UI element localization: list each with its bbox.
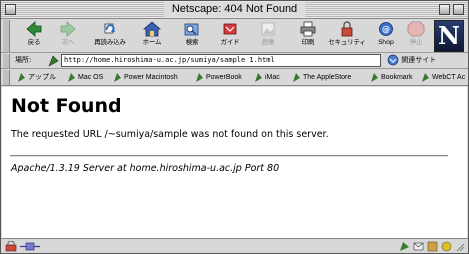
error-message: The requested URL /~sumiya/sample was no… xyxy=(11,129,329,140)
bookmark-icon xyxy=(422,72,429,82)
personal-item-imac[interactable]: iMac xyxy=(254,71,280,84)
personal-item-label: Power Macintosh xyxy=(124,74,178,81)
related-sites-icon xyxy=(387,54,399,66)
personal-item-label: WebCT Ac xyxy=(432,74,466,81)
bookmark-icon xyxy=(293,72,300,82)
personal-item-power-macintosh[interactable]: Power Macintosh xyxy=(113,71,178,84)
reload-button[interactable]: 再読み込み xyxy=(91,21,129,52)
search-button[interactable]: 検索 xyxy=(173,21,211,52)
page-content: Not Found The requested URL /~sumiya/sam… xyxy=(2,87,467,238)
security-lock-icon xyxy=(341,21,353,37)
related-sites-label: 関連サイト xyxy=(401,56,437,64)
aim-component-icon[interactable] xyxy=(441,241,452,252)
reload-label: 再読み込み xyxy=(94,38,126,46)
back-arrow-icon xyxy=(26,21,42,37)
navigation-toolbar: 戻る 次へ 再読み込み ホーム 検索 ガイド 画像 印刷 セキュリティ @ Sh… xyxy=(1,19,468,53)
personal-item-powerbook[interactable]: PowerBook xyxy=(195,71,242,84)
print-icon xyxy=(300,21,316,37)
shop-label: Shop xyxy=(378,38,394,46)
window-title: Netscape: 404 Not Found xyxy=(163,2,306,17)
guide-label: ガイド xyxy=(220,38,240,46)
svg-text:@: @ xyxy=(382,25,390,34)
personal-item-label: アップル xyxy=(28,74,56,81)
location-label: 場所: xyxy=(15,56,32,64)
personal-item-label: PowerBook xyxy=(206,74,242,81)
location-toolbar: 場所: http://home.hiroshima-u.ac.jp/sumiya… xyxy=(1,53,468,69)
divider xyxy=(10,155,448,157)
personal-item-label: iMac xyxy=(265,74,280,81)
personal-item-bookmark[interactable]: Bookmark xyxy=(370,71,413,84)
security-button[interactable]: セキュリティ xyxy=(328,21,366,52)
browser-window: Netscape: 404 Not Found 戻る 次へ 再読み込み ホーム … xyxy=(0,0,469,254)
bookmark-icon xyxy=(114,72,121,82)
server-signature: Apache/1.3.19 Server at home.hiroshima-u… xyxy=(11,163,280,174)
composer-component-icon[interactable] xyxy=(427,241,438,252)
personal-item-macos[interactable]: Mac OS xyxy=(67,71,103,84)
print-button[interactable]: 印刷 xyxy=(289,21,327,52)
connection-status-icon xyxy=(20,242,40,251)
back-label: 戻る xyxy=(27,38,41,46)
related-sites-button[interactable]: 関連サイト xyxy=(387,54,436,68)
search-label: 検索 xyxy=(185,38,199,46)
forward-button[interactable]: 次へ xyxy=(49,21,87,52)
stop-button[interactable]: 停止 xyxy=(401,21,431,52)
personal-toolbar: アップル Mac OS Power Macintosh PowerBook iM… xyxy=(1,69,468,86)
personal-item-applestore[interactable]: The AppleStore xyxy=(292,71,351,84)
zoom-box[interactable] xyxy=(439,4,450,15)
title-bar[interactable]: Netscape: 404 Not Found xyxy=(1,1,468,19)
bookmark-folder-icon xyxy=(371,72,378,82)
location-input[interactable]: http://home.hiroshima-u.ac.jp/sumiya/sam… xyxy=(61,54,381,67)
status-bar xyxy=(1,238,468,253)
page-heading: Not Found xyxy=(11,95,122,117)
bookmark-icon xyxy=(255,72,262,82)
location-collapse-tab[interactable] xyxy=(3,54,10,68)
security-status-icon[interactable] xyxy=(5,241,17,252)
personal-item-apple[interactable]: アップル xyxy=(17,71,56,84)
home-icon xyxy=(143,21,161,37)
back-button[interactable]: 戻る xyxy=(15,21,53,52)
bookmark-icon xyxy=(196,72,203,82)
personal-item-label: The AppleStore xyxy=(303,74,352,81)
stop-icon xyxy=(407,21,425,37)
navigator-component-icon[interactable] xyxy=(399,241,410,252)
images-icon xyxy=(261,22,275,36)
netscape-logo[interactable]: N xyxy=(434,20,464,52)
page-proxy-icon[interactable] xyxy=(48,55,59,67)
collapse-box[interactable] xyxy=(453,4,464,15)
toolbar-collapse-tab[interactable] xyxy=(3,20,10,52)
stop-label: 停止 xyxy=(409,38,423,46)
personal-item-label: Bookmark xyxy=(381,74,413,81)
resize-grip-icon[interactable] xyxy=(455,241,465,252)
shop-icon: @ xyxy=(379,22,393,36)
security-label: セキュリティ xyxy=(328,38,366,46)
personal-collapse-tab[interactable] xyxy=(3,70,10,85)
images-label: 画像 xyxy=(261,38,275,46)
forward-label: 次へ xyxy=(61,38,75,46)
reload-icon xyxy=(104,23,115,34)
forward-arrow-icon xyxy=(60,21,76,37)
mail-component-icon[interactable] xyxy=(413,241,424,252)
guide-button[interactable]: ガイド xyxy=(211,21,249,52)
personal-item-webct[interactable]: WebCT Ac xyxy=(421,71,465,84)
personal-item-label: Mac OS xyxy=(78,74,104,81)
home-label: ホーム xyxy=(142,38,162,46)
home-button[interactable]: ホーム xyxy=(133,21,171,52)
shop-button[interactable]: @ Shop xyxy=(367,21,405,52)
print-label: 印刷 xyxy=(301,38,315,46)
guide-icon xyxy=(223,23,237,35)
search-icon xyxy=(184,23,199,36)
close-box[interactable] xyxy=(5,4,16,15)
bookmark-icon xyxy=(68,72,75,82)
images-button[interactable]: 画像 xyxy=(249,21,287,52)
bookmark-folder-icon xyxy=(18,72,25,82)
